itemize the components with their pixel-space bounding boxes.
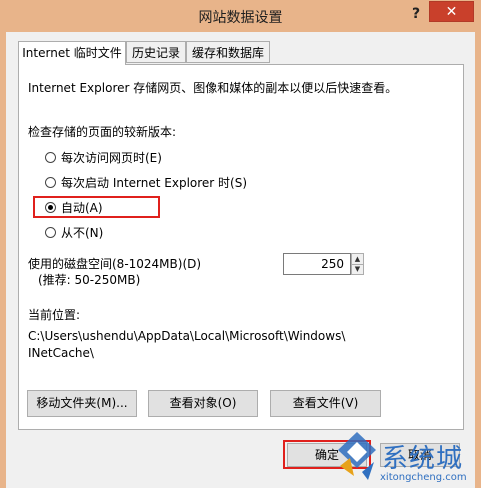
location-path-line2: INetCache\ bbox=[28, 346, 94, 360]
option-every-visit-label[interactable]: 每次访问网页时(E) bbox=[61, 149, 162, 166]
location-path-line1: C:\Users\ushendu\AppData\Local\Microsoft… bbox=[28, 329, 346, 343]
tab-history[interactable]: 历史记录 bbox=[126, 41, 186, 63]
tab-internet-temp-files[interactable]: Internet 临时文件 bbox=[18, 41, 126, 65]
watermark-url: xitongcheng.com bbox=[380, 472, 467, 483]
location-label: 当前位置: bbox=[28, 308, 81, 322]
move-folder-button[interactable]: 移动文件夹(M)... bbox=[27, 390, 137, 417]
disk-space-label: 使用的磁盘空间(8-1024MB)(D) bbox=[28, 257, 202, 271]
view-files-button[interactable]: 查看文件(V) bbox=[270, 390, 381, 417]
disk-space-recommend: (推荐: 50-250MB) bbox=[38, 273, 141, 287]
option-never-label[interactable]: 从不(N) bbox=[61, 224, 103, 241]
disk-space-input[interactable]: 250 bbox=[283, 253, 351, 275]
option-every-start-label[interactable]: 每次启动 Internet Explorer 时(S) bbox=[61, 174, 247, 191]
radio-every-start[interactable] bbox=[45, 177, 56, 188]
close-button[interactable]: ✕ bbox=[429, 1, 474, 22]
disk-space-spinner[interactable]: ▲ ▼ bbox=[351, 253, 364, 275]
highlight-box-automatic bbox=[33, 196, 160, 218]
tab-cache-databases[interactable]: 缓存和数据库 bbox=[186, 41, 270, 63]
spin-down-icon[interactable]: ▼ bbox=[352, 264, 363, 274]
watermark-brand: 系统城 bbox=[382, 444, 464, 474]
intro-text: Internet Explorer 存储网页、图像和媒体的副本以便以后快速查看。 bbox=[28, 81, 398, 95]
help-button[interactable]: ? bbox=[405, 3, 427, 25]
view-objects-button[interactable]: 查看对象(O) bbox=[148, 390, 258, 417]
watermark-logo-icon bbox=[338, 432, 376, 480]
radio-every-visit[interactable] bbox=[45, 152, 56, 163]
check-versions-label: 检查存储的页面的较新版本: bbox=[28, 125, 177, 139]
radio-never[interactable] bbox=[45, 227, 56, 238]
tab-panel bbox=[18, 64, 464, 430]
